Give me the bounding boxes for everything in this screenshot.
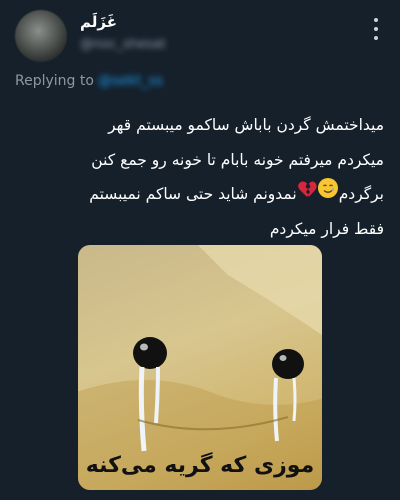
more-dot-icon — [374, 27, 378, 31]
tweet-text-line: فقط فرار میکردم — [269, 219, 384, 238]
replying-mention-link[interactable]: @sekt_ss — [98, 73, 163, 89]
broken-heart-icon — [297, 177, 317, 212]
replying-to: Replying to @sekt_ss — [15, 73, 163, 89]
smiling-face-with-tear-icon — [317, 177, 339, 212]
avatar[interactable] — [15, 10, 67, 62]
media-caption: موزی که گریه می‌کنه — [85, 453, 315, 478]
more-dot-icon — [374, 36, 378, 40]
more-dot-icon — [374, 18, 378, 22]
tweet-media-image[interactable]: موزی که گریه می‌کنه — [78, 245, 322, 490]
tweet-text-segment: نمدونم شاید حتی ساکم نمیبستم — [89, 185, 297, 203]
replying-label: Replying to — [15, 73, 94, 89]
more-options-button[interactable] — [366, 16, 386, 42]
user-handle[interactable]: @noc_shesat — [80, 37, 166, 52]
tweet-text-line: میکردم میرفتم خونه بابام تا خونه رو جمع … — [91, 150, 384, 169]
tweet-text: میداختمش گردن باباش ساکمو میبستم قهر میک… — [14, 108, 384, 246]
tweet-text-line: میداختمش گردن باباش ساکمو میبستم قهر — [108, 116, 384, 134]
display-name[interactable]: غَزَلَم — [80, 13, 117, 31]
tweet-text-line-3: برگردم نمدونم شاید حتی ساکم نمیبستم — [14, 177, 384, 212]
tweet-text-segment: برگردم — [338, 185, 384, 203]
